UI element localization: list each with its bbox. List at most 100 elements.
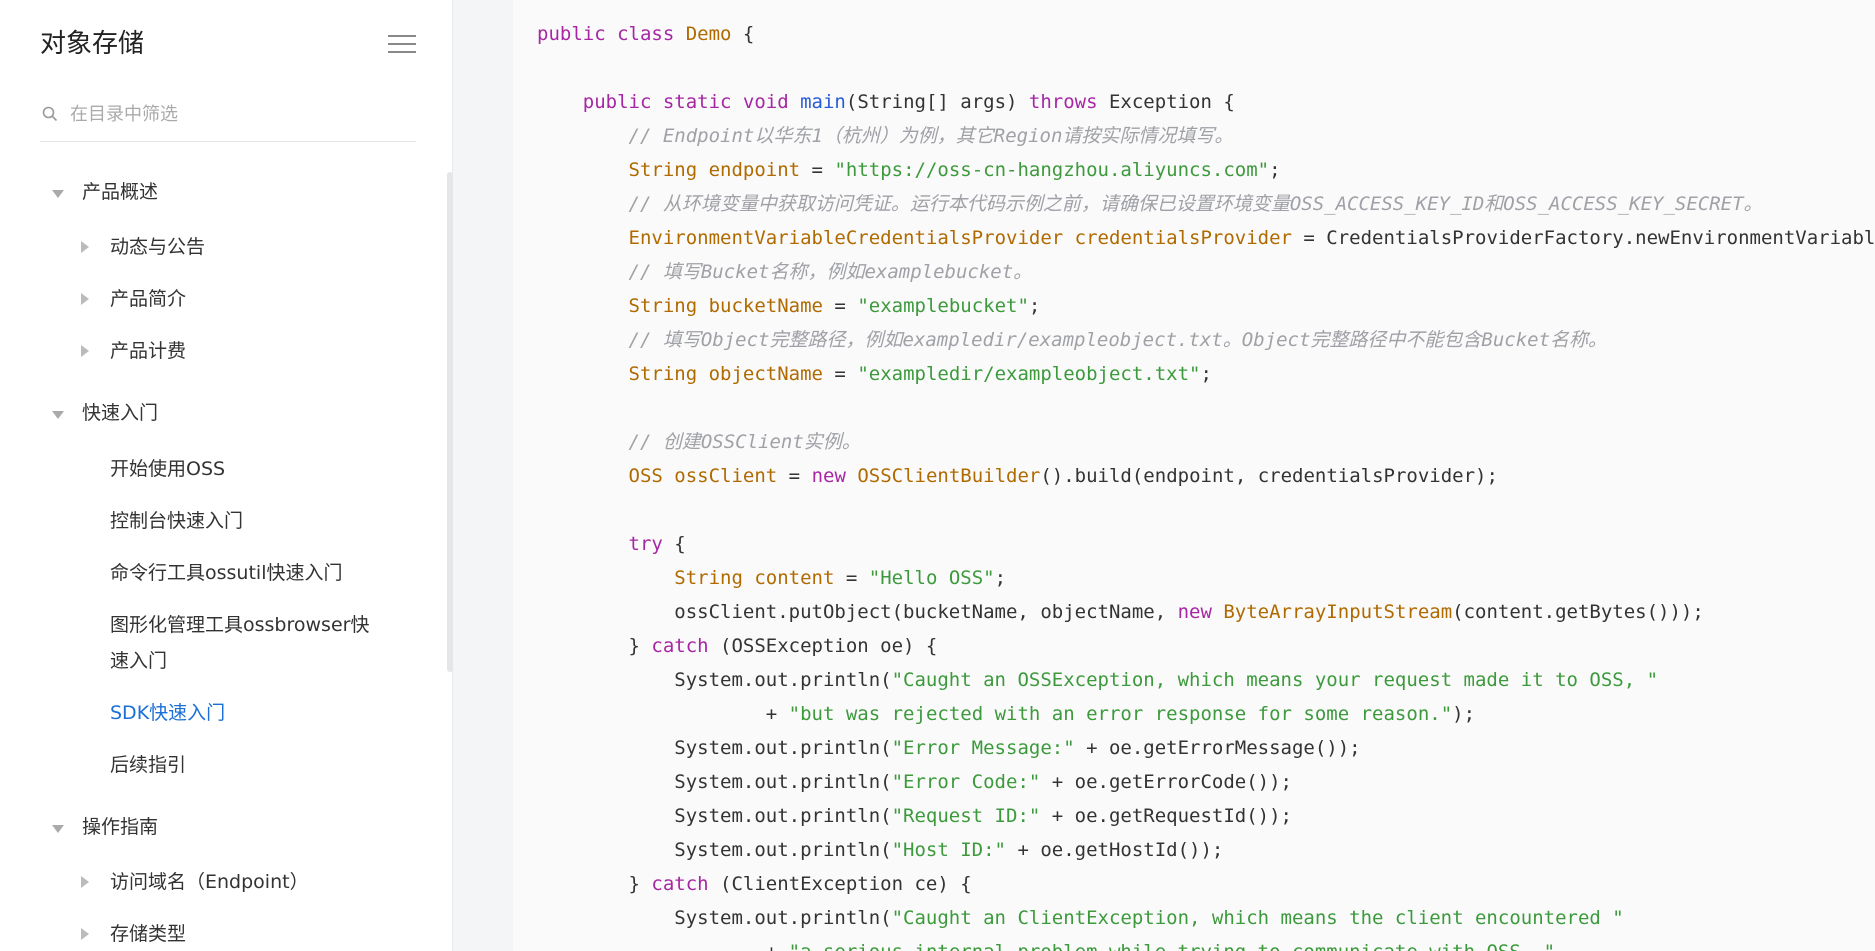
tree-item-user-guide[interactable]: 操作指南	[0, 810, 440, 844]
code-token: }	[537, 635, 652, 657]
code-token: // 填写Bucket名称，例如examplebucket。	[628, 261, 1033, 283]
code-token: new	[811, 465, 858, 487]
chevron-down-icon	[52, 190, 64, 198]
code-token: (content.getBytes()));	[1452, 601, 1704, 623]
tree-item-intro[interactable]: 产品简介	[0, 282, 440, 316]
code-token: ossClient.putObject(bucketName, objectNa…	[537, 601, 1178, 623]
code-line: + "but was rejected with an error respon…	[537, 697, 1875, 731]
chevron-right-icon	[81, 293, 89, 305]
code-token: "https://oss-cn-hangzhou.aliyuncs.com"	[834, 159, 1270, 181]
code-token: ;	[1269, 159, 1281, 181]
code-token: String endpoint	[628, 159, 801, 181]
code-token: =	[822, 295, 858, 317]
code-token: "but was rejected with an error response…	[788, 703, 1453, 725]
code-token: System.out.println(	[537, 907, 892, 929]
sidebar-title: 对象存储	[40, 29, 145, 59]
tree-item-console-quick-start[interactable]: 控制台快速入门	[0, 504, 440, 538]
code-token: {	[662, 533, 686, 555]
code-token: OSSClientBuilder	[857, 465, 1041, 487]
code-token: catch	[651, 873, 709, 895]
code-line: ossClient.putObject(bucketName, objectNa…	[537, 595, 1875, 629]
tree-item-next-steps[interactable]: 后续指引	[0, 748, 440, 782]
code-token: EnvironmentVariableCredentialsProvider c…	[628, 227, 1292, 249]
code-line: } catch (ClientException ce) {	[537, 867, 1875, 901]
code-token: "Error Message:"	[891, 737, 1075, 759]
code-token: // 创建OSSClient实例。	[628, 431, 861, 453]
code-token: // 从环境变量中获取访问凭证。运行本代码示例之前，请确保已设置环境变量OSS_…	[628, 193, 1763, 215]
code-line: // 创建OSSClient实例。	[537, 425, 1875, 459]
code-token: "Request ID:"	[891, 805, 1041, 827]
code-token: "Caught an OSSException, which means you…	[891, 669, 1659, 691]
code-token: "Hello OSS"	[868, 567, 995, 589]
menu-icon[interactable]	[388, 31, 416, 57]
code-token: "Host ID:"	[891, 839, 1006, 861]
tree-item-storage-class[interactable]: 存储类型	[0, 917, 440, 951]
tree-item-sdk-quick-start[interactable]: SDK快速入门	[0, 696, 440, 730]
code-token: System.out.println(	[537, 839, 892, 861]
code-token: ().build(endpoint, credentialsProvider);	[1040, 465, 1498, 487]
code-line: try {	[537, 527, 1875, 561]
code-token: + oe.getRequestId());	[1040, 805, 1292, 827]
tree-item-endpoint[interactable]: 访问域名（Endpoint）	[0, 865, 440, 899]
code-token: (ClientException ce) {	[708, 873, 972, 895]
code-token: public class	[537, 23, 686, 45]
code-token: + oe.getErrorCode());	[1040, 771, 1292, 793]
directory-filter	[40, 96, 416, 142]
code-line: EnvironmentVariableCredentialsProvider c…	[537, 221, 1875, 255]
chevron-down-icon	[52, 825, 64, 833]
code-token: ;	[1200, 363, 1212, 385]
code-token: "examplebucket"	[857, 295, 1029, 317]
code-token: throws	[1028, 91, 1098, 113]
tree-item-ossbrowser[interactable]: 图形化管理工具ossbrowser快 速入门	[0, 608, 440, 678]
tree-item-billing[interactable]: 产品计费	[0, 334, 440, 368]
code-token: =	[834, 567, 869, 589]
code-line: System.out.println("Error Message:" + oe…	[537, 731, 1875, 765]
code-token: ;	[994, 567, 1007, 589]
code-token: System.out.println(	[537, 771, 892, 793]
code-line: System.out.println("Caught an OSSExcepti…	[537, 663, 1875, 697]
code-token: );	[1452, 703, 1476, 725]
tree-item-news[interactable]: 动态与公告	[0, 230, 440, 264]
search-icon	[42, 106, 58, 122]
sidebar-header: 对象存储	[40, 26, 416, 62]
code-line: // Endpoint以华东1（杭州）为例，其它Region请按实际情况填写。	[537, 119, 1875, 153]
code-block: public class Demo { public static void m…	[513, 0, 1875, 951]
filter-input[interactable]	[70, 100, 410, 128]
code-token: +	[537, 703, 789, 725]
code-content: public class Demo { public static void m…	[537, 17, 1875, 951]
sidebar: 对象存储 产品概述 动态与公告 产品简介 产品计费	[0, 0, 453, 951]
tree-item-get-started-oss[interactable]: 开始使用OSS	[0, 452, 440, 486]
code-line: System.out.println("Host ID:" + oe.getHo…	[537, 833, 1875, 867]
code-line: String objectName = "exampledir/exampleo…	[537, 357, 1875, 391]
code-token: (OSSException oe) {	[708, 635, 938, 657]
tree-item-ossutil[interactable]: 命令行工具ossutil快速入门	[0, 556, 440, 590]
tree-item-product-overview[interactable]: 产品概述	[0, 175, 440, 209]
code-token: String bucketName	[628, 295, 823, 317]
code-token: System.out.println(	[537, 669, 892, 691]
code-line: System.out.println("Caught an ClientExce…	[537, 901, 1875, 935]
chevron-right-icon	[81, 345, 89, 357]
content-gutter	[453, 0, 513, 951]
code-token: "a serious internal problem while trying…	[789, 941, 1555, 951]
code-line: } catch (OSSException oe) {	[537, 629, 1875, 663]
code-token: "exampledir/exampleobject.txt"	[857, 363, 1201, 385]
code-line: public class Demo {	[537, 17, 1875, 51]
code-token: =	[822, 363, 858, 385]
code-token: System.out.println(	[537, 805, 892, 827]
code-token: // Endpoint以华东1（杭州）为例，其它Region请按实际情况填写。	[628, 125, 1234, 147]
code-token: }	[537, 873, 652, 895]
tree-item-quick-start[interactable]: 快速入门	[0, 396, 440, 430]
code-token: "Error Code:"	[891, 771, 1041, 793]
